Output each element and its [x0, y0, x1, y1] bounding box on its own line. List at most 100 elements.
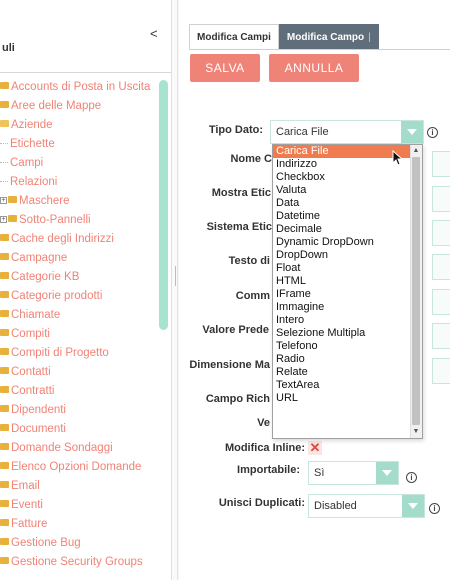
chevron-down-icon[interactable]: [402, 495, 424, 517]
tree-item-label: Maschere: [19, 195, 70, 207]
tree-item[interactable]: + Maschere: [0, 192, 160, 211]
folder-icon: [8, 215, 17, 223]
modifica-inline-checkbox[interactable]: ✕: [308, 441, 322, 455]
tree-item[interactable]: Fatture: [0, 515, 160, 534]
splitter-grip[interactable]: [175, 266, 176, 286]
tree-item[interactable]: Gestione Security Groups: [0, 553, 160, 572]
chevron-down-icon[interactable]: [376, 462, 398, 484]
mostra-label: Mostra Etic: [211, 187, 271, 199]
dropdown-options: Carica File Indirizzo Checkbox Valuta Data Da…: [273, 145, 422, 405]
cancel-button[interactable]: ANNULLA: [269, 54, 359, 82]
tab-label: Modifica Campo: [286, 32, 365, 43]
tree-item[interactable]: Campagne: [0, 249, 160, 268]
importabile-value: Sì: [314, 467, 325, 479]
tree-item[interactable]: Cache degli Indirizzi: [0, 230, 160, 249]
tree-item-label: Email: [11, 480, 40, 492]
save-button[interactable]: SALVA: [190, 54, 260, 82]
tree-item[interactable]: + Sotto-Pannelli: [0, 211, 160, 230]
dropdown-option[interactable]: Dynamic DropDown: [273, 236, 422, 249]
tree-item-label: Categorie KB: [11, 271, 80, 283]
info-icon[interactable]: i: [406, 472, 417, 483]
sistema-input[interactable]: [432, 220, 450, 246]
tree-item[interactable]: Categorie KB: [0, 268, 160, 287]
tree-item[interactable]: Documenti: [0, 420, 160, 439]
dropdown-option[interactable]: Decimale: [273, 223, 422, 236]
folder-icon: [0, 348, 9, 356]
tree-item-label: Aziende: [11, 119, 53, 131]
folder-icon: [0, 386, 9, 394]
expand-icon[interactable]: +: [0, 197, 7, 205]
dimensione-input[interactable]: [432, 358, 450, 384]
tab-modifica-campi[interactable]: Modifica Campi: [189, 24, 279, 50]
folder-icon: [8, 196, 17, 204]
panel-splitter[interactable]: [172, 0, 178, 580]
dropdown-option[interactable]: Intero: [273, 314, 422, 327]
dropdown-option[interactable]: Data: [273, 197, 422, 210]
tipo-dato-value: Carica File: [276, 126, 329, 138]
comm-input[interactable]: [432, 289, 450, 315]
scroll-up-icon[interactable]: ▲: [412, 147, 420, 155]
unisci-duplicati-value: Disabled: [314, 500, 357, 512]
tab-modifica-campo[interactable]: Modifica Campo |: [278, 24, 379, 50]
scroll-thumb[interactable]: [412, 157, 420, 425]
tree-connector: [0, 181, 8, 183]
dropdown-option[interactable]: IFrame: [273, 288, 422, 301]
dropdown-option[interactable]: Radio: [273, 353, 422, 366]
tree-item[interactable]: Accounts di Posta in Uscita: [0, 78, 160, 97]
info-icon[interactable]: i: [427, 127, 438, 138]
tree-item[interactable]: Contatti: [0, 363, 160, 382]
importabile-select[interactable]: Sì: [308, 461, 399, 485]
scroll-down-icon[interactable]: ▼: [412, 428, 420, 436]
nome-input[interactable]: [432, 151, 450, 177]
dropdown-option[interactable]: Float: [273, 262, 422, 275]
info-icon[interactable]: i: [429, 503, 440, 514]
dropdown-option[interactable]: Selezione Multipla: [273, 327, 422, 340]
dropdown-option[interactable]: HTML: [273, 275, 422, 288]
mostra-input[interactable]: [432, 186, 450, 212]
dropdown-option[interactable]: DropDown: [273, 249, 422, 262]
tree-item-label: Gestione Bug: [11, 537, 81, 549]
dropdown-option[interactable]: Immagine: [273, 301, 422, 314]
tree-item-label: Chiamate: [11, 309, 61, 321]
tree-item[interactable]: Domande Sondaggi: [0, 439, 160, 458]
tree-item[interactable]: Compiti: [0, 325, 160, 344]
dropdown-scrollbar[interactable]: ▲ ▼: [410, 145, 422, 438]
dropdown-option[interactable]: Datetime: [273, 210, 422, 223]
tree-item[interactable]: Aziende: [0, 116, 160, 135]
valore-input[interactable]: [432, 323, 450, 349]
folder-icon: [0, 367, 9, 375]
tipo-dato-dropdown-list[interactable]: Carica File Indirizzo Checkbox Valuta Data Da…: [272, 144, 423, 439]
tree-connector: [0, 143, 8, 145]
mouse-cursor-icon: [392, 150, 404, 166]
dropdown-option[interactable]: TextArea: [273, 379, 422, 392]
dropdown-option[interactable]: Valuta: [273, 184, 422, 197]
tree-item[interactable]: Categorie prodotti: [0, 287, 160, 306]
collapse-panel-icon[interactable]: <: [150, 26, 158, 41]
importabile-label: Importabile:: [237, 464, 300, 476]
tree-item[interactable]: Eventi: [0, 496, 160, 515]
dropdown-option[interactable]: URL: [273, 392, 422, 405]
tree-item[interactable]: Compiti di Progetto: [0, 344, 160, 363]
tree-item[interactable]: Gestione Bug: [0, 534, 160, 553]
tree-item-label: Dipendenti: [11, 404, 66, 416]
testo-input[interactable]: [432, 254, 450, 280]
tree-item[interactable]: Relazioni: [0, 173, 160, 192]
tree-item[interactable]: Etichette: [0, 135, 160, 154]
tree-scrollbar[interactable]: [159, 80, 168, 330]
unisci-duplicati-select[interactable]: Disabled: [308, 494, 425, 518]
tipo-dato-label: Tipo Dato:: [208, 124, 263, 136]
tree-item[interactable]: Campi: [0, 154, 160, 173]
tipo-dato-select[interactable]: Carica File: [270, 120, 424, 144]
tree-item[interactable]: Elenco Opzioni Domande: [0, 458, 160, 477]
tree-item[interactable]: Dipendenti: [0, 401, 160, 420]
tree-item[interactable]: Chiamate: [0, 306, 160, 325]
dropdown-option[interactable]: Relate: [273, 366, 422, 379]
folder-icon: [0, 291, 9, 299]
expand-icon[interactable]: +: [0, 216, 7, 224]
tree-item[interactable]: Email: [0, 477, 160, 496]
chevron-down-icon[interactable]: [401, 121, 423, 143]
tree-item[interactable]: Contratti: [0, 382, 160, 401]
dropdown-option[interactable]: Telefono: [273, 340, 422, 353]
dropdown-option[interactable]: Checkbox: [273, 171, 422, 184]
tree-item[interactable]: Aree delle Mappe: [0, 97, 160, 116]
